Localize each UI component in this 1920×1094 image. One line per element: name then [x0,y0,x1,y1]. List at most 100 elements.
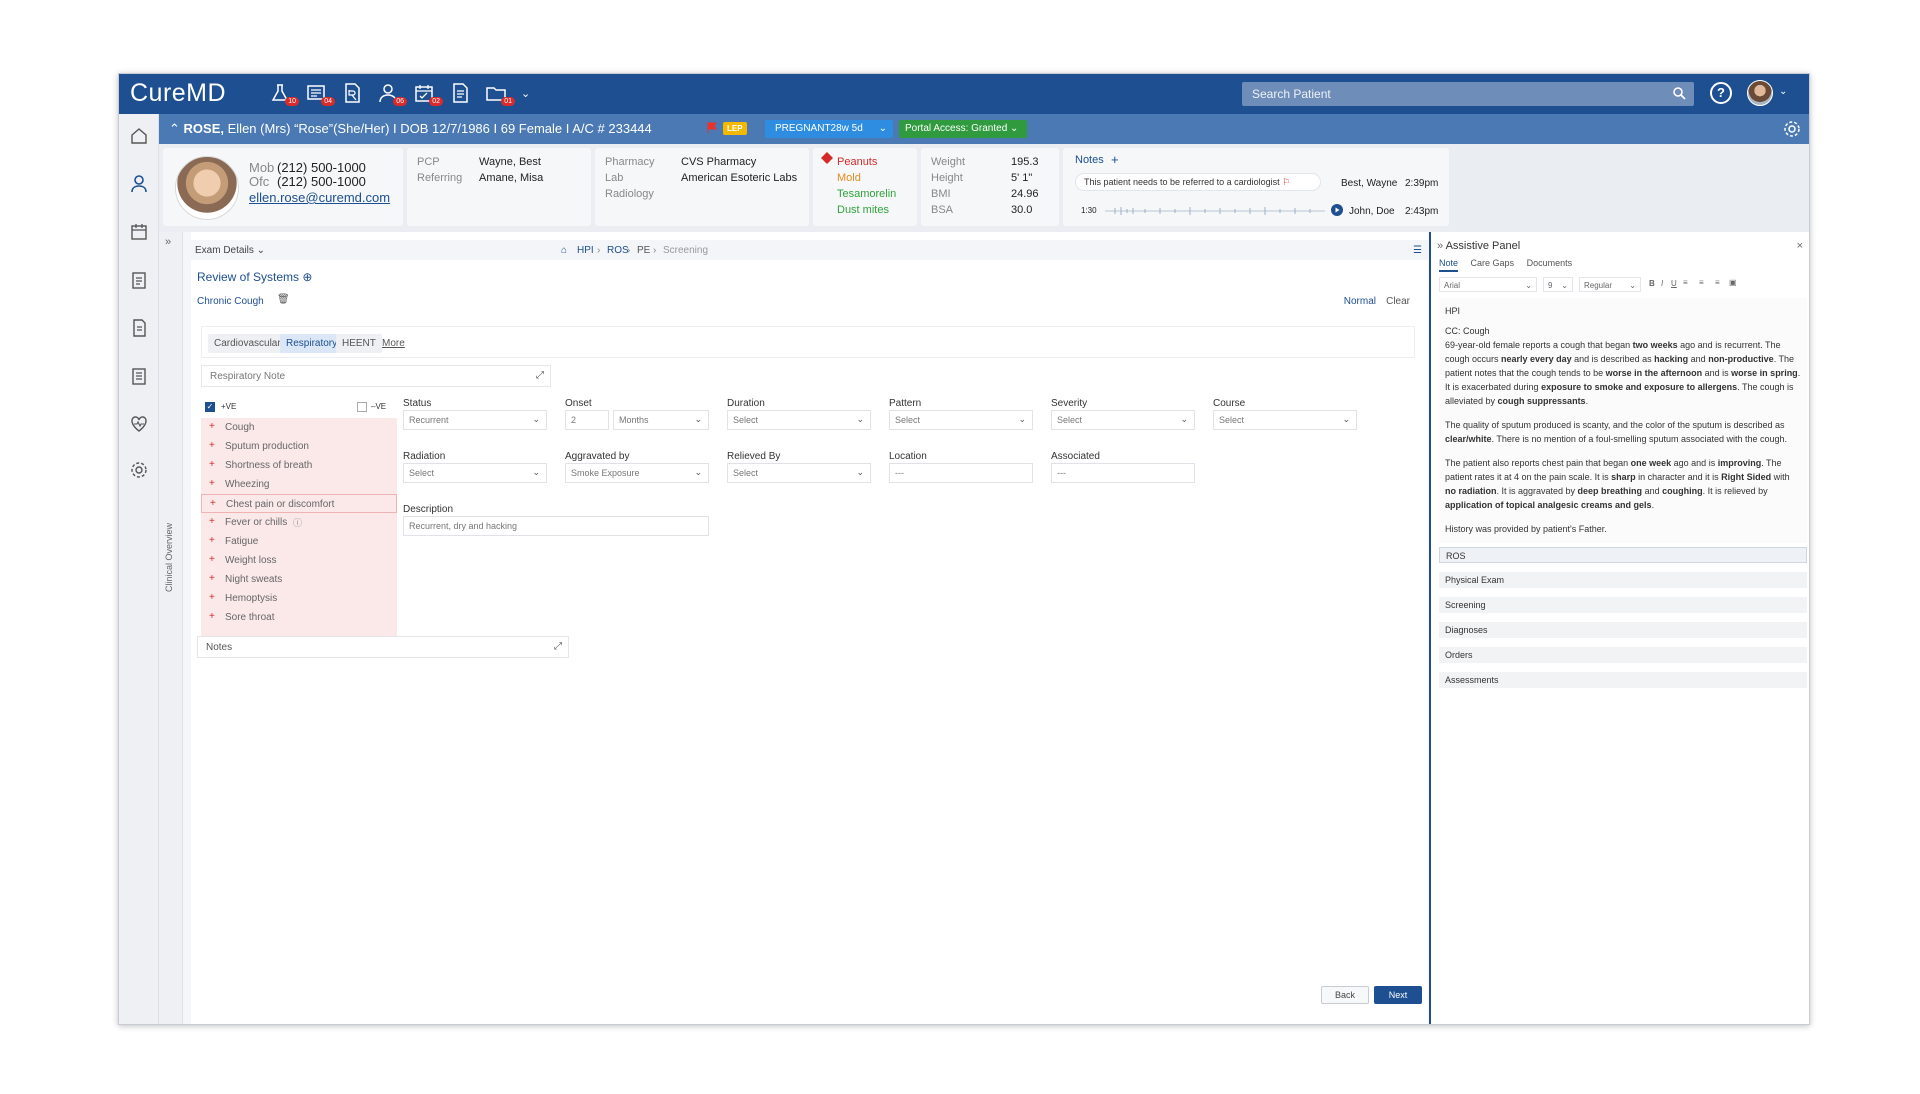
exam-details-dropdown[interactable]: Exam Details ⌄ [195,245,265,256]
documents-icon[interactable] [449,82,471,104]
aggravated-select[interactable]: Smoke Exposure ⌄ [565,463,709,483]
list-item[interactable]: + Cough [201,418,397,437]
crumb-ros[interactable]: ROS [607,245,629,256]
normal-button[interactable]: Normal [1344,296,1376,307]
report-icon[interactable] [129,366,149,386]
calendar-icon[interactable] [129,222,149,242]
section-ros[interactable]: ROS [1439,547,1807,563]
tab-respiratory[interactable]: Respiratory [280,334,344,353]
status-select[interactable]: Recurrent ⌄ [403,410,547,430]
filter-icon[interactable]: ☰ [1413,245,1422,256]
list-item[interactable]: + Weight loss [201,551,397,570]
next-button[interactable]: Next [1374,986,1422,1004]
tab-documents[interactable]: Documents [1527,258,1573,268]
crumb-pe[interactable]: PE [637,245,650,256]
pattern-select[interactable]: Select ⌄ [889,410,1033,430]
crumb-hpi[interactable]: HPI [577,245,594,256]
settings-icon[interactable] [129,460,149,480]
section-diagnoses[interactable]: Diagnoses [1439,622,1807,638]
tab-cardiovascular[interactable]: Cardiovascular [208,334,287,353]
section-assessments[interactable]: Assessments [1439,672,1807,688]
collapse-icon[interactable]: » [1437,240,1443,252]
billing-icon[interactable] [129,318,149,338]
font-select[interactable]: Arial ⌄ [1439,277,1537,292]
tab-more[interactable]: More [376,334,411,353]
list-item[interactable]: + Wheezing [201,475,397,494]
list-item[interactable]: + Sore throat [201,608,397,627]
positive-checkbox[interactable]: ✓ [205,402,215,412]
add-circle-icon[interactable]: ⊕ [302,270,312,284]
align-left-icon[interactable]: ≡ [1683,278,1688,287]
align-center-icon[interactable]: ≡ [1699,278,1704,287]
italic-icon[interactable]: I [1661,279,1663,288]
pregnancy-dropdown[interactable]: PREGNANT28w 5d ⌄ [765,120,893,138]
folder-icon[interactable]: 01 [485,82,515,106]
help-icon[interactable]: ? [1710,82,1732,104]
messages-icon[interactable]: 04 [305,82,335,106]
location-input[interactable]: --- [889,463,1033,483]
underline-icon[interactable]: U [1671,279,1677,288]
health-icon[interactable] [129,414,149,434]
home-icon[interactable] [129,126,149,146]
home-icon[interactable]: ⌂ [561,245,567,256]
list-item[interactable]: + Chest pain or discomfort [201,494,397,513]
tab-care-gaps[interactable]: Care Gaps [1471,258,1515,268]
chevron-down-icon[interactable]: ⌄ [521,87,530,100]
back-button[interactable]: Back [1321,986,1369,1004]
list-item[interactable]: + Sputum production [201,437,397,456]
search-patient[interactable] [1242,82,1694,106]
list-item[interactable]: + Shortness of breath [201,456,397,475]
patients-icon[interactable]: 06 [377,82,407,106]
trash-icon[interactable]: 🗑 [277,294,290,305]
image-icon[interactable]: ▣ [1729,278,1737,287]
user-avatar[interactable] [1747,80,1773,106]
list-item[interactable]: + Night sweats [201,570,397,589]
prescription-icon[interactable] [341,82,363,104]
chevron-down-icon[interactable]: ⌄ [1779,86,1787,97]
close-icon[interactable]: × [1797,240,1803,252]
search-input[interactable] [1242,82,1694,106]
add-note-icon[interactable]: + [1111,152,1119,167]
info-icon[interactable]: ⓘ [293,516,302,529]
list-item[interactable]: + Fatigue [201,532,397,551]
bold-icon[interactable]: B [1649,279,1655,288]
course-select[interactable]: Select ⌄ [1213,410,1357,430]
email-link[interactable]: ellen.rose@curemd.com [249,190,390,205]
description-input[interactable]: Recurrent, dry and hacking [403,516,709,536]
tab-note[interactable]: Note [1439,258,1459,272]
size-select[interactable]: 9 ⌄ [1543,277,1573,292]
weight-select[interactable]: Regular ⌄ [1579,277,1641,292]
hpi-note[interactable]: HPI CC: Cough 69-year-old female reports … [1439,298,1807,543]
lab-results-icon[interactable]: 10 [269,82,299,106]
section-physical-exam[interactable]: Physical Exam [1439,572,1807,588]
notes-title[interactable]: Notes [1075,154,1104,166]
clipboard-icon[interactable] [129,270,149,290]
respiratory-note-field[interactable]: Respiratory Note ⤢ [201,365,551,387]
crumb-screening[interactable]: Screening [663,245,708,256]
expand-icon[interactable]: ⤢ [554,641,562,652]
person-icon[interactable] [129,174,149,194]
expand-icon[interactable]: ⤢ [536,370,544,381]
note-item[interactable]: This patient needs to be referred to a c… [1075,173,1321,191]
section-orders[interactable]: Orders [1439,647,1807,663]
relieved-select[interactable]: Select ⌄ [727,463,871,483]
appointments-icon[interactable]: 02 [413,82,443,106]
onset-number[interactable]: 2 [565,410,609,430]
audio-waveform[interactable] [1105,206,1325,216]
collapse-icon[interactable]: ⌃ [169,121,180,136]
clinical-overview-rail[interactable]: » Clinical Overview [159,232,183,1024]
gear-icon[interactable] [1783,120,1801,138]
portal-access-dropdown[interactable]: Portal Access: Granted ⌄ [899,120,1027,138]
list-item[interactable]: + Fever or chills ⓘ [201,513,397,532]
section-screening[interactable]: Screening [1439,597,1807,613]
associated-input[interactable]: --- [1051,463,1195,483]
search-icon[interactable] [1673,87,1686,100]
align-right-icon[interactable]: ≡ [1715,278,1720,287]
clear-button[interactable]: Clear [1386,296,1410,307]
negative-checkbox[interactable] [357,402,367,412]
onset-unit-select[interactable]: Months ⌄ [613,410,709,430]
list-item[interactable]: + Hemoptysis [201,589,397,608]
severity-select[interactable]: Select ⌄ [1051,410,1195,430]
play-icon[interactable] [1331,204,1343,216]
radiation-select[interactable]: Select ⌄ [403,463,547,483]
